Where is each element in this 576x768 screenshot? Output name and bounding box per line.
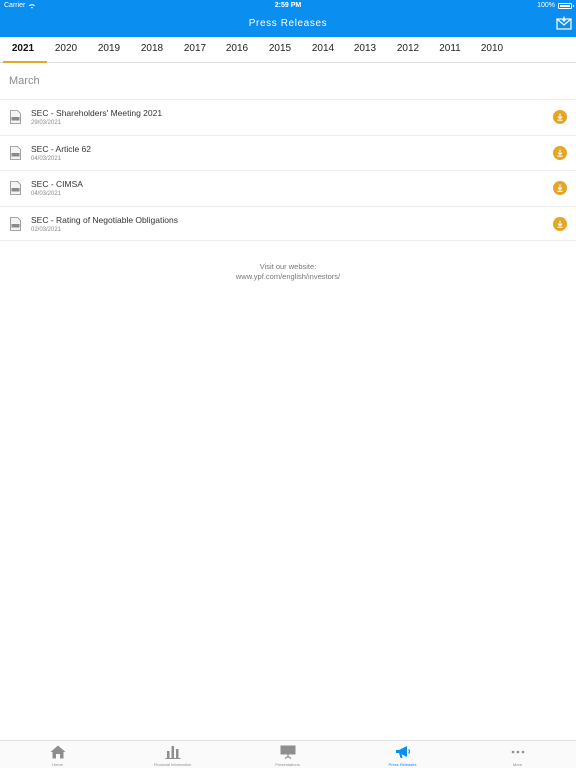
tab-presentations[interactable]: Presentations bbox=[230, 741, 345, 768]
year-tab-2015[interactable]: 2015 bbox=[260, 37, 300, 62]
year-tab-2016[interactable]: 2016 bbox=[217, 37, 257, 62]
year-tab-2010[interactable]: 2010 bbox=[472, 37, 512, 62]
year-tab-2012[interactable]: 2012 bbox=[388, 37, 428, 62]
release-date: 02/03/2021 bbox=[31, 226, 62, 233]
presentation-icon bbox=[280, 745, 295, 759]
document-icon bbox=[10, 145, 21, 160]
release-title: SEC - CIMSA bbox=[31, 179, 83, 189]
year-tab-2013[interactable]: 2013 bbox=[345, 37, 385, 62]
list-item[interactable]: SEC - Rating of Negotiable Obligations 0… bbox=[0, 205, 576, 241]
document-icon bbox=[10, 110, 21, 124]
year-tab-2020[interactable]: 2020 bbox=[46, 37, 86, 62]
release-title: SEC - Article 62 bbox=[31, 143, 91, 154]
download-icon[interactable] bbox=[553, 181, 567, 195]
tab-label: Financial Information bbox=[153, 762, 192, 767]
year-selector: 2021 2020 2019 2018 2017 2016 2015 2014 … bbox=[0, 37, 576, 63]
tab-label: Press Releases bbox=[388, 762, 417, 767]
nav-bar: Press Releases bbox=[0, 12, 576, 37]
year-tab-2011[interactable]: 2011 bbox=[430, 37, 470, 62]
megaphone-icon bbox=[395, 746, 410, 758]
release-title: SEC - Shareholders' Meeting 2021 bbox=[31, 108, 163, 118]
battery-info: 100% bbox=[537, 2, 574, 9]
list-item[interactable]: SEC - Shareholders' Meeting 2021 29/03/2… bbox=[0, 99, 576, 135]
tab-label: Home bbox=[52, 762, 63, 767]
year-tab-2014[interactable]: 2014 bbox=[303, 37, 343, 62]
more-icon bbox=[511, 750, 524, 754]
document-icon bbox=[10, 216, 21, 231]
mail-icon[interactable] bbox=[556, 16, 572, 30]
battery-icon bbox=[558, 2, 574, 9]
tab-label: Presentations bbox=[275, 762, 300, 767]
home-icon bbox=[50, 745, 65, 759]
tab-home[interactable]: Home bbox=[0, 741, 115, 768]
year-tab-2017[interactable]: 2017 bbox=[175, 37, 215, 62]
page-title: Press Releases bbox=[248, 18, 328, 29]
website-note: Visit our website: www.ypf.com/english/i… bbox=[0, 262, 576, 282]
release-date: 04/03/2021 bbox=[31, 155, 62, 162]
tab-label: More bbox=[512, 762, 523, 767]
month-heading: March bbox=[9, 75, 40, 87]
release-title: SEC - Rating of Negotiable Obligations bbox=[31, 214, 178, 225]
tab-bar: Home Financial Information Presentations… bbox=[0, 740, 576, 768]
website-link[interactable]: www.ypf.com/english/investors/ bbox=[236, 272, 340, 281]
tab-press-releases[interactable]: Press Releases bbox=[345, 741, 460, 768]
status-time: 2:59 PM bbox=[274, 2, 302, 9]
battery-percent: 100% bbox=[537, 2, 555, 9]
year-tab-2021[interactable]: 2021 bbox=[3, 37, 47, 63]
status-bar: Carrier 2:59 PM 100% bbox=[0, 0, 576, 12]
document-icon bbox=[10, 181, 21, 195]
download-icon[interactable] bbox=[553, 216, 567, 231]
download-icon[interactable] bbox=[553, 110, 567, 124]
tab-financial-information[interactable]: Financial Information bbox=[115, 741, 230, 768]
year-tab-2018[interactable]: 2018 bbox=[132, 37, 172, 62]
list-item[interactable]: SEC - Article 62 04/03/2021 bbox=[0, 134, 576, 170]
download-icon[interactable] bbox=[553, 145, 567, 160]
list-item[interactable]: SEC - CIMSA 04/03/2021 bbox=[0, 170, 576, 206]
release-date: 04/03/2021 bbox=[31, 191, 62, 197]
release-date: 29/03/2021 bbox=[31, 120, 62, 126]
tab-more[interactable]: More bbox=[460, 741, 575, 768]
bar-chart-icon bbox=[165, 746, 180, 759]
visit-label: Visit our website: bbox=[259, 262, 317, 271]
press-release-list: SEC - Shareholders' Meeting 2021 29/03/2… bbox=[0, 99, 576, 241]
year-tab-2019[interactable]: 2019 bbox=[89, 37, 129, 62]
